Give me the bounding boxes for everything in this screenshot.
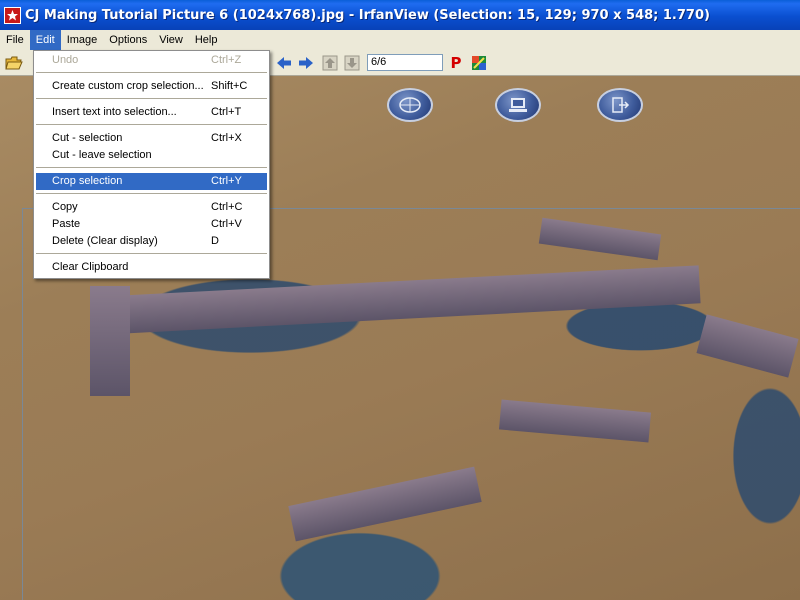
- menu-item-cut-selection[interactable]: Cut - selection Ctrl+X: [36, 130, 267, 147]
- edit-menu-dropdown: Undo Ctrl+Z Create custom crop selection…: [33, 50, 270, 279]
- menu-file[interactable]: File: [0, 30, 30, 50]
- menu-item-create-custom-crop[interactable]: Create custom crop selection... Shift+C: [36, 78, 267, 95]
- prev-arrow-icon[interactable]: [274, 53, 294, 73]
- menu-image[interactable]: Image: [61, 30, 104, 50]
- menu-edit[interactable]: Edit: [29, 30, 61, 50]
- title-bar: CJ Making Tutorial Picture 6 (1024x768).…: [0, 0, 800, 30]
- exit-button-icon: [597, 88, 643, 122]
- menu-item-crop-selection[interactable]: Crop selection Ctrl+Y: [36, 173, 267, 190]
- menu-item-copy[interactable]: Copy Ctrl+C: [36, 199, 267, 216]
- menu-item-undo[interactable]: Undo Ctrl+Z: [36, 52, 267, 69]
- computer-button-icon: [495, 88, 541, 122]
- last-page-icon[interactable]: [342, 53, 362, 73]
- window-title: CJ Making Tutorial Picture 6 (1024x768).…: [25, 7, 710, 23]
- menu-separator: [36, 253, 267, 254]
- menu-bar: File Edit Image Options View Help: [0, 30, 800, 50]
- menu-separator: [36, 167, 267, 168]
- menu-separator: [36, 98, 267, 99]
- open-folder-icon[interactable]: [4, 53, 24, 73]
- menu-item-paste[interactable]: Paste Ctrl+V: [36, 216, 267, 233]
- menu-separator: [36, 72, 267, 73]
- menu-separator: [36, 124, 267, 125]
- menu-help[interactable]: Help: [189, 30, 224, 50]
- p-button[interactable]: P: [447, 53, 465, 73]
- irfanview-app-icon[interactable]: [4, 6, 21, 24]
- menu-item-cut-leave-selection[interactable]: Cut - leave selection: [36, 147, 267, 164]
- page-indicator-field[interactable]: 6/6: [367, 54, 443, 71]
- paint-icon[interactable]: [469, 53, 489, 73]
- first-page-icon[interactable]: [320, 53, 340, 73]
- menu-item-clear-clipboard[interactable]: Clear Clipboard: [36, 259, 267, 276]
- menu-item-insert-text[interactable]: Insert text into selection... Ctrl+T: [36, 104, 267, 121]
- globe-button-icon: [387, 88, 433, 122]
- menu-item-delete-clear-display[interactable]: Delete (Clear display) D: [36, 233, 267, 250]
- next-arrow-icon[interactable]: [296, 53, 316, 73]
- menu-separator: [36, 193, 267, 194]
- menu-options[interactable]: Options: [103, 30, 153, 50]
- menu-view[interactable]: View: [153, 30, 189, 50]
